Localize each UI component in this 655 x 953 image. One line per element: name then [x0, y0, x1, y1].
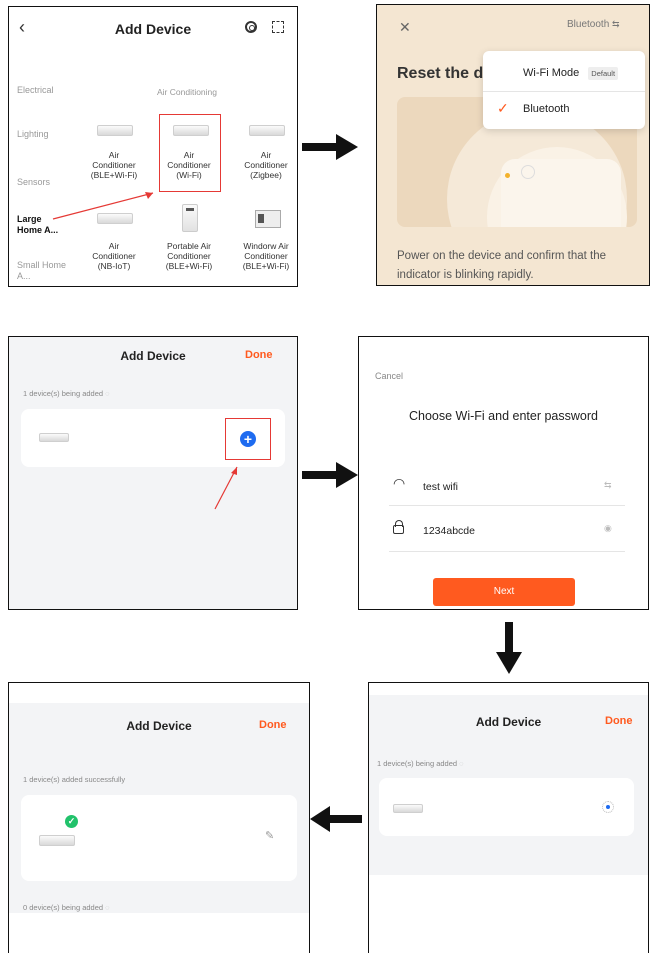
panel-wifi-setup: Cancel Choose Wi-Fi and enter password ◠…: [358, 336, 649, 610]
instruction-line-2: indicator is blinking rapidly.: [397, 269, 534, 281]
menu-item-bluetooth[interactable]: Bluetooth: [523, 103, 569, 115]
loading-icon: ◌: [105, 389, 110, 398]
qr-scan-icon[interactable]: [272, 21, 284, 33]
reset-heading: Reset the d: [397, 65, 484, 82]
done-button[interactable]: Done: [605, 715, 633, 727]
switch-icon: ⇆: [612, 19, 620, 29]
sidebar-item-lighting[interactable]: Lighting: [17, 129, 49, 139]
wifi-heading: Choose Wi-Fi and enter password: [409, 409, 598, 423]
instruction-line-1: Power on the device and confirm that the: [397, 250, 607, 262]
air-conditioner-icon: [97, 213, 133, 224]
panel-reset-device: ✕ Bluetooth ⇆ Reset the d Power on the d…: [376, 4, 650, 286]
arrow-down-icon: [496, 622, 522, 674]
add-device-button[interactable]: +: [240, 431, 256, 447]
lock-icon: [393, 520, 404, 534]
panel-device-list: ‹ Add Device Electrical Lighting Sensors…: [8, 6, 298, 287]
sidebar-item-sensors[interactable]: Sensors: [17, 177, 50, 187]
wifi-icon: ◠: [393, 475, 406, 491]
air-conditioner-icon: [97, 125, 133, 136]
loading-spinner-icon: [602, 801, 614, 813]
close-icon[interactable]: ✕: [399, 19, 411, 36]
adding-status: 1 device(s) being added ◌: [377, 759, 464, 768]
default-badge: Default: [588, 67, 619, 80]
indicator-light-icon: [505, 173, 510, 178]
portable-ac-icon: [182, 204, 198, 232]
panel-device-added: Add Device Done 1 device(s) added succes…: [8, 682, 310, 953]
arrow-right-icon: [302, 462, 358, 488]
window-ac-icon: [255, 210, 281, 228]
air-conditioner-icon: [39, 835, 75, 846]
password-field[interactable]: 1234abcde: [423, 525, 475, 537]
next-button[interactable]: Next: [433, 578, 575, 606]
mode-menu: Wi-Fi Mode Default ✓ Bluetooth: [483, 51, 645, 129]
sidebar-item-small-home-appliances[interactable]: Small Home A...: [17, 260, 67, 282]
menu-item-wifi-mode[interactable]: Wi-Fi Mode Default: [523, 67, 619, 80]
cancel-button[interactable]: Cancel: [375, 371, 403, 381]
air-conditioner-icon: [249, 125, 285, 136]
success-check-icon: ✓: [65, 815, 78, 828]
device-card: ✓ ✎: [21, 795, 297, 881]
edit-icon[interactable]: ✎: [265, 829, 274, 842]
show-password-icon[interactable]: ◉: [604, 523, 612, 534]
panel-device-adding: Add Device Done 1 device(s) being added …: [8, 336, 298, 610]
ssid-field[interactable]: test wifi: [423, 481, 458, 493]
air-conditioner-icon: [39, 433, 69, 442]
scan-icon[interactable]: [245, 21, 257, 33]
device-card: [379, 778, 634, 836]
done-button[interactable]: Done: [245, 349, 273, 361]
loading-icon: ◌: [459, 759, 464, 768]
check-icon: ✓: [497, 100, 509, 116]
done-button[interactable]: Done: [259, 719, 287, 731]
panel-device-adding-progress: Add Device Done 1 device(s) being added …: [368, 682, 649, 953]
pointer-arrow: [214, 466, 238, 510]
switch-network-icon[interactable]: ⇆: [604, 480, 612, 491]
power-icon: [521, 165, 535, 179]
pending-status: 0 device(s) being added ◌: [23, 903, 110, 912]
air-conditioner-icon: [173, 125, 209, 136]
air-conditioner-icon: [393, 804, 423, 813]
device-card: +: [21, 409, 285, 467]
mode-switch[interactable]: Bluetooth ⇆: [567, 19, 620, 30]
sidebar-item-electrical[interactable]: Electrical: [17, 85, 54, 95]
arrow-right-icon: [302, 134, 358, 160]
arrow-left-icon: [310, 806, 362, 832]
category-heading: Air Conditioning: [157, 87, 218, 97]
adding-status: 1 device(s) being added ◌: [23, 389, 110, 398]
success-status: 1 device(s) added successfully: [23, 775, 126, 784]
loading-icon: ◌: [105, 903, 110, 912]
